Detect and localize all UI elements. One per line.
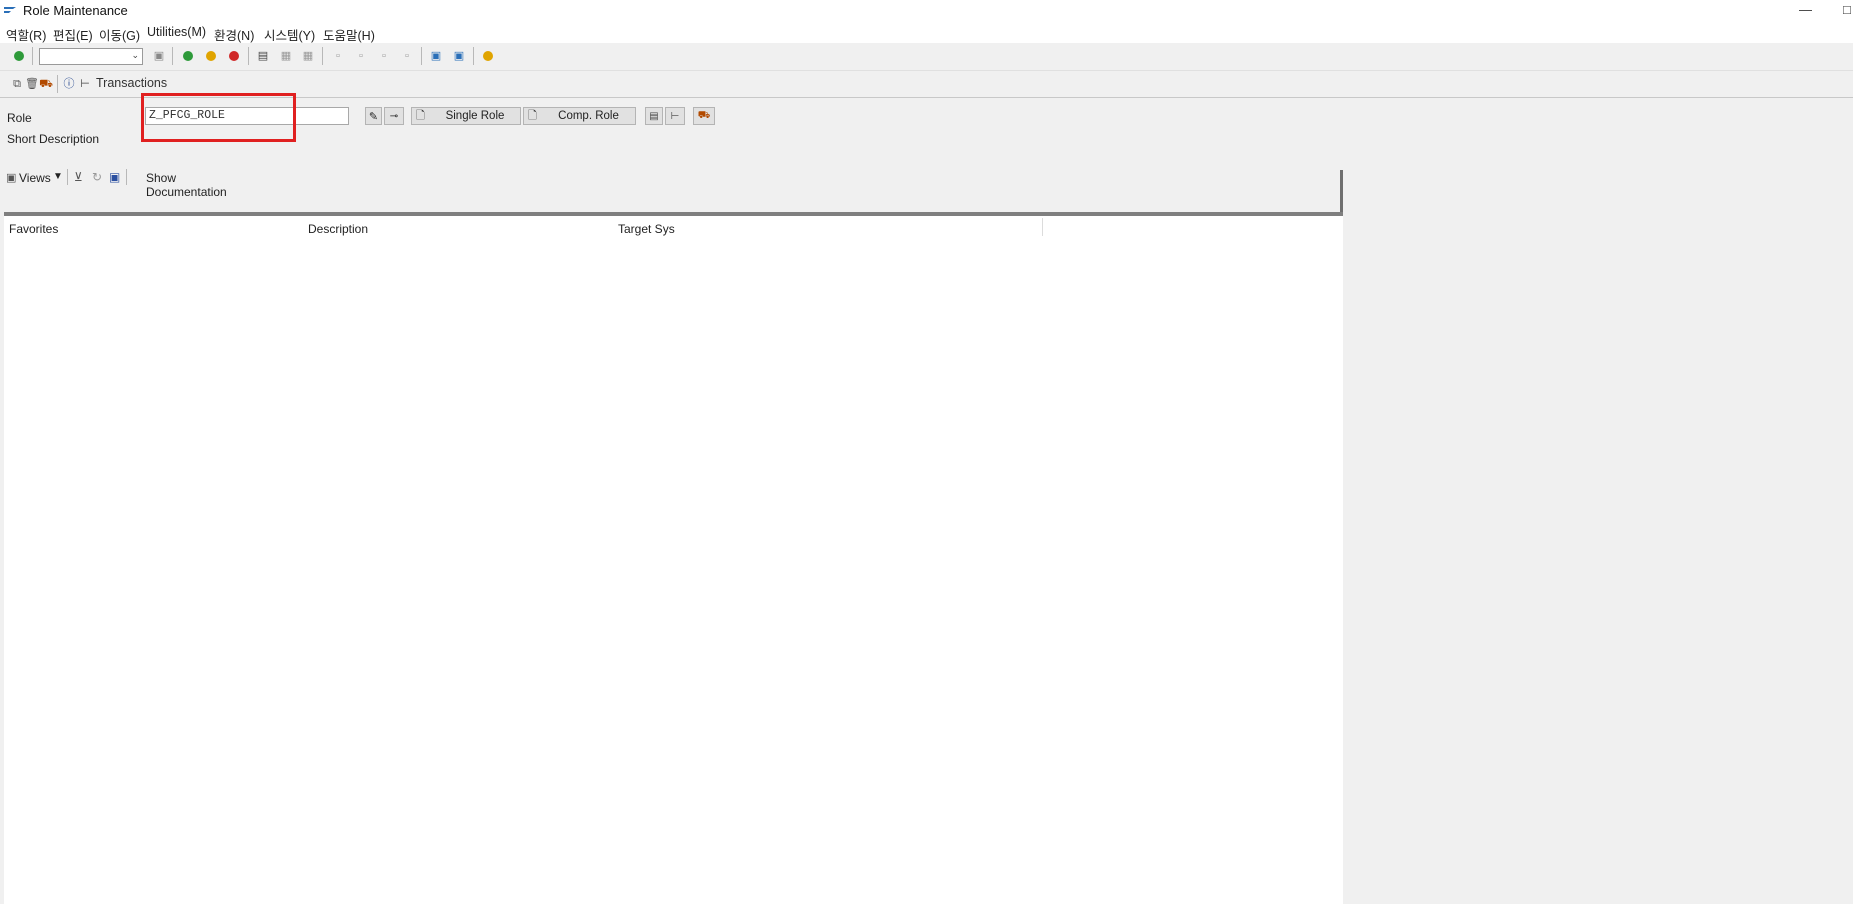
hierarchy-icon[interactable]: ⊢ bbox=[78, 77, 92, 91]
short-description-label: Short Description bbox=[7, 132, 100, 146]
menu-environment[interactable]: 환경(N) bbox=[214, 25, 254, 44]
title-bar: Role Maintenance — □ bbox=[0, 0, 1853, 22]
single-role-button[interactable]: 🗋 Single Role bbox=[411, 107, 521, 125]
column-header-description[interactable]: Description bbox=[308, 222, 368, 236]
back-icon[interactable] bbox=[181, 49, 195, 63]
edit-icon[interactable]: ✎ bbox=[365, 107, 382, 125]
print-icon[interactable]: ▤ bbox=[256, 49, 270, 63]
help-icon[interactable] bbox=[481, 49, 495, 63]
menu-goto[interactable]: 이동(G) bbox=[99, 25, 140, 44]
save-icon[interactable]: ▣ bbox=[152, 49, 166, 63]
role-hierarchy-icon[interactable]: ⊢ bbox=[665, 107, 685, 125]
chevron-down-icon[interactable]: ⌄ bbox=[131, 50, 139, 61]
delete-icon[interactable]: 🗑 bbox=[25, 77, 39, 91]
search-icon[interactable]: ▣ bbox=[109, 170, 120, 184]
minimize-button[interactable]: — bbox=[1799, 2, 1812, 17]
menu-help[interactable]: 도움말(H) bbox=[323, 25, 375, 44]
first-page-icon[interactable]: ▫ bbox=[331, 49, 345, 63]
filter-icon[interactable]: ⊻ bbox=[74, 170, 83, 184]
highlight-box bbox=[141, 93, 296, 142]
document-icon: 🗋 bbox=[528, 109, 537, 122]
copy-icon[interactable]: ⧉ bbox=[10, 77, 24, 91]
sap-logo-icon bbox=[4, 7, 16, 13]
find-icon[interactable]: ▦ bbox=[279, 49, 293, 63]
favorites-table: Favorites Description Target Sys bbox=[4, 212, 1343, 904]
menu-role[interactable]: 역할(R) bbox=[6, 25, 46, 44]
views-chevron-down-icon[interactable]: ▼ bbox=[53, 171, 63, 182]
find-next-icon[interactable]: ▦ bbox=[301, 49, 315, 63]
shortcut-icon[interactable]: ▣ bbox=[452, 49, 466, 63]
column-header-favorites[interactable]: Favorites bbox=[9, 222, 58, 236]
menu-bar: 역할(R) 편집(E) 이동(G) Utilities(M) 환경(N) 시스템… bbox=[0, 22, 1853, 44]
new-session-icon[interactable]: ▣ bbox=[429, 49, 443, 63]
views-dropdown[interactable]: Views bbox=[19, 171, 51, 185]
next-page-icon[interactable]: ▫ bbox=[377, 49, 391, 63]
comp-role-button[interactable]: 🗋 Comp. Role bbox=[523, 107, 636, 125]
last-page-icon[interactable]: ▫ bbox=[400, 49, 414, 63]
menu-utilities[interactable]: Utilities(M) bbox=[147, 25, 206, 39]
column-header-target-sys[interactable]: Target Sys bbox=[618, 222, 675, 236]
display-icon[interactable]: ⊸ bbox=[384, 107, 404, 125]
menu-edit[interactable]: 편집(E) bbox=[53, 25, 93, 44]
enter-icon[interactable] bbox=[12, 49, 26, 63]
maximize-button[interactable]: □ bbox=[1843, 2, 1851, 17]
window-title: Role Maintenance bbox=[23, 3, 128, 18]
previous-page-icon[interactable]: ▫ bbox=[354, 49, 368, 63]
document-icon: 🗋 bbox=[416, 109, 425, 122]
refresh-icon[interactable]: ↻ bbox=[92, 170, 102, 184]
role-label: Role bbox=[7, 111, 32, 125]
cancel-icon[interactable] bbox=[227, 49, 241, 63]
exit-icon[interactable] bbox=[204, 49, 218, 63]
show-documentation-button[interactable]: Show Documentation bbox=[146, 171, 227, 199]
transactions-button[interactable]: Transactions bbox=[96, 76, 167, 90]
standard-toolbar: ▣ ▤ ▦ ▦ ▫ ▫ ▫ ▫ ▣ ▣ bbox=[0, 43, 1853, 71]
info-icon[interactable]: ⓘ bbox=[62, 77, 76, 91]
command-field[interactable]: ⌄ bbox=[39, 48, 143, 65]
role-menu-icon[interactable]: ▤ bbox=[645, 107, 663, 125]
transport-icon[interactable]: ⛟ bbox=[39, 77, 53, 91]
views-icon: ▣ bbox=[6, 172, 17, 184]
transport-role-icon[interactable]: ⛟ bbox=[693, 107, 715, 125]
menu-system[interactable]: 시스템(Y) bbox=[264, 25, 315, 44]
